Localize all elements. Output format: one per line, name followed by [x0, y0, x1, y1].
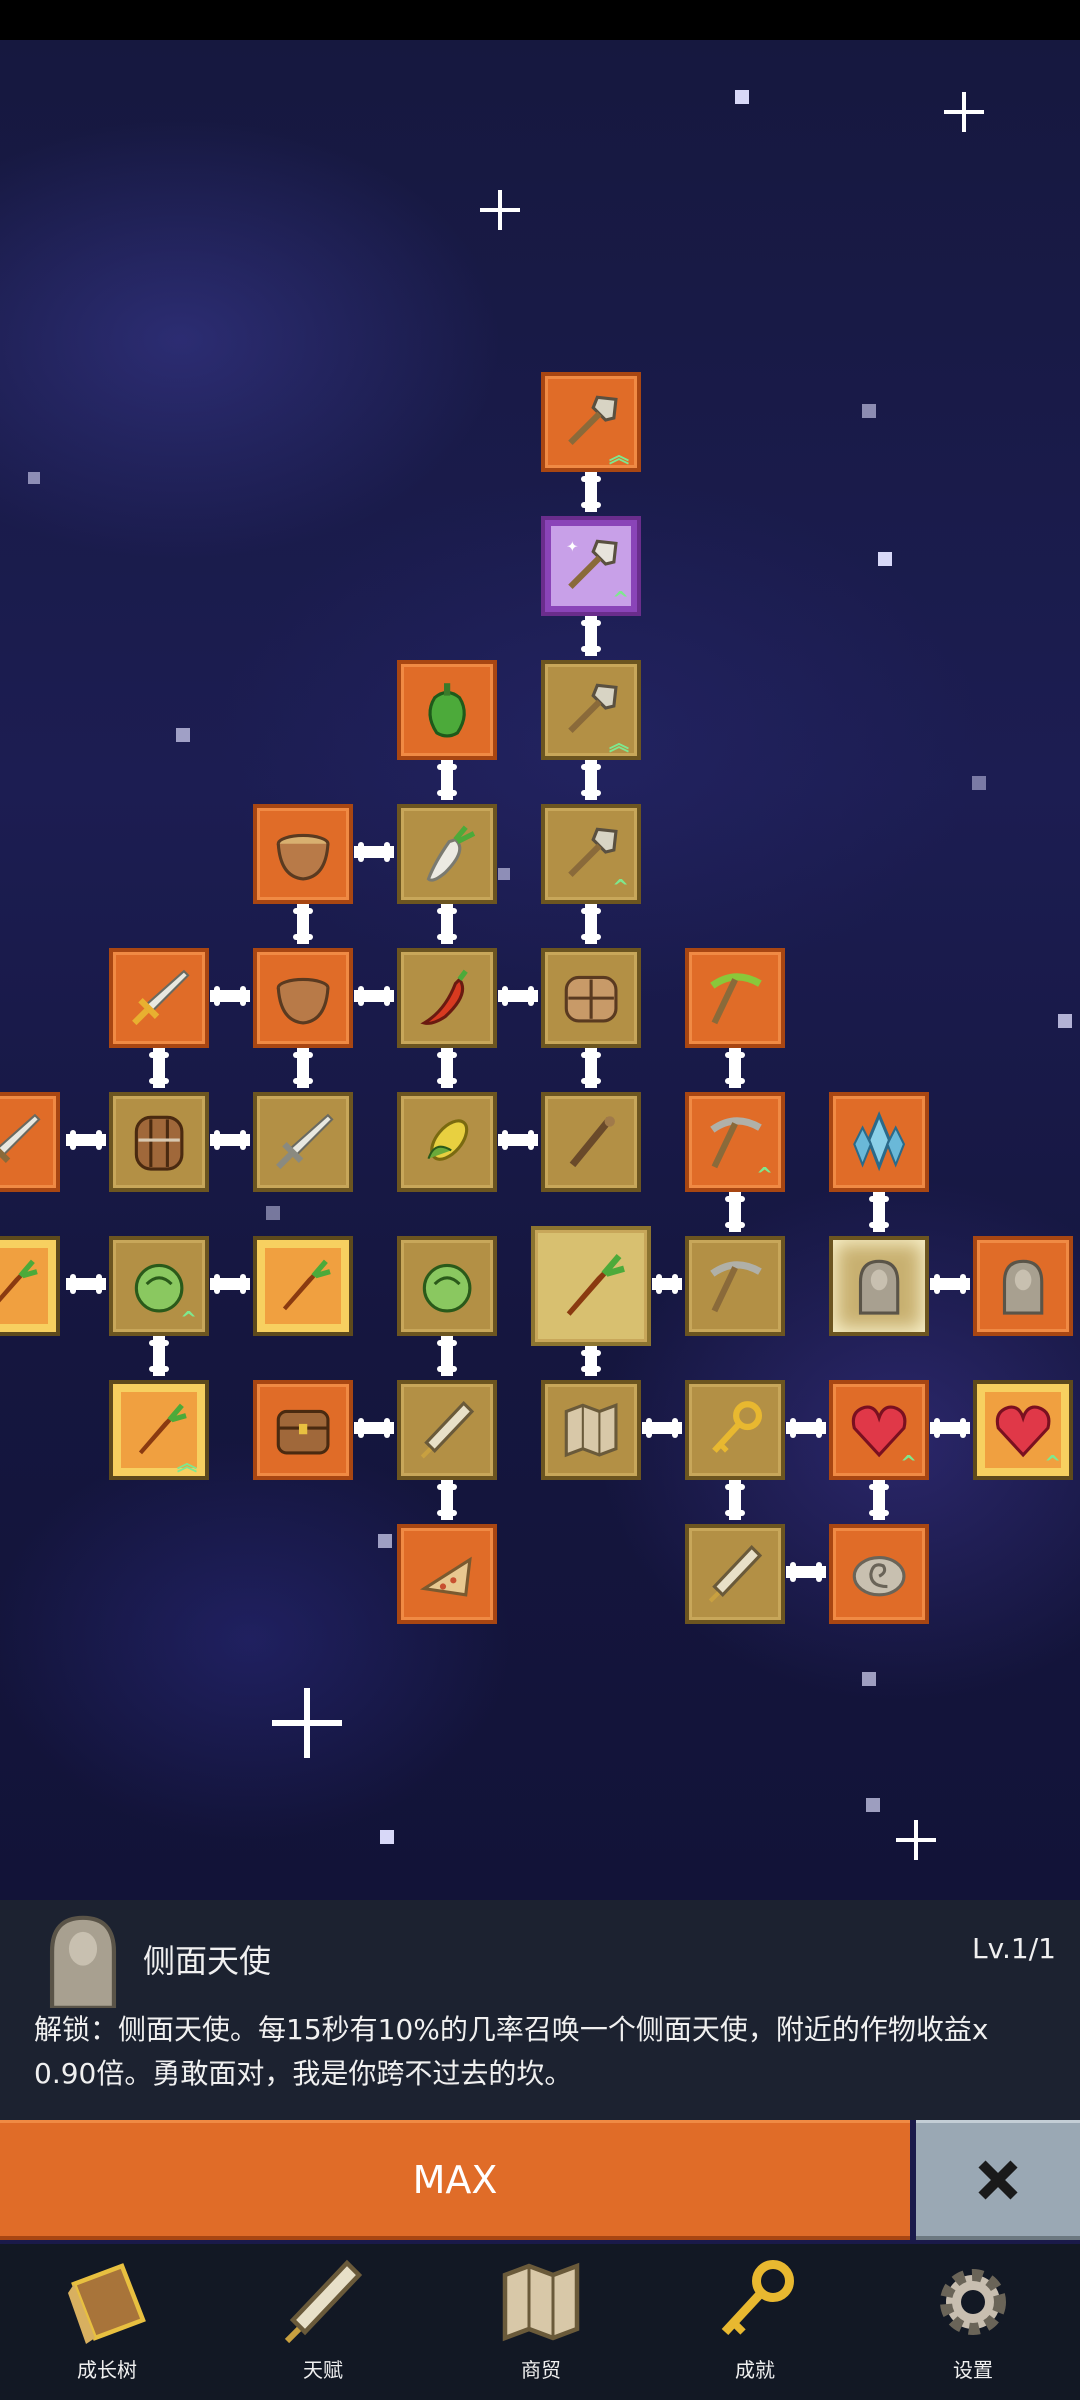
scroll-icon — [284, 2259, 363, 2344]
skill-node-angel-selected[interactable] — [829, 1236, 929, 1336]
upgrade-arrows-icon: ︽ — [177, 1451, 197, 1475]
skill-node-carrot-3[interactable]: ︽ — [109, 1380, 209, 1480]
upgrade-arrow-icon: ^ — [756, 1163, 773, 1187]
bowl-icon — [276, 833, 330, 881]
scroll-icon — [420, 1400, 474, 1459]
angel-statue-icon — [858, 1259, 900, 1315]
corn-icon — [427, 1119, 469, 1161]
close-icon — [978, 2159, 1018, 2200]
angel-statue-icon — [1002, 1259, 1044, 1315]
max-button[interactable]: MAX — [0, 2120, 910, 2240]
upgrade-arrow-icon: ^ — [180, 1307, 197, 1331]
upgrade-arrow-icon: ^ — [612, 875, 629, 899]
svg-text:✦: ✦ — [566, 540, 578, 556]
bell-pepper-icon — [428, 683, 466, 738]
nav-label-trade: 商贸 — [521, 2358, 561, 2382]
pickaxe-icon — [710, 973, 762, 1025]
nav-growth-tree[interactable]: 成长树 — [32, 2254, 182, 2394]
bowl-icon — [276, 977, 330, 1025]
gear-icon — [940, 2269, 1006, 2335]
bread-icon — [564, 975, 618, 1023]
key-icon — [721, 2260, 794, 2336]
upgrade-arrows-icon: ︽ — [609, 731, 629, 755]
skill-node-bell-pepper[interactable] — [397, 660, 497, 760]
fossil-icon — [852, 1555, 906, 1597]
close-button[interactable] — [916, 2120, 1080, 2240]
radish-icon — [426, 825, 476, 882]
angel-statue-icon — [38, 1912, 128, 2010]
skill-node-heart-1[interactable]: ^ — [829, 1380, 929, 1480]
skill-node-key[interactable] — [685, 1380, 785, 1480]
key-icon — [712, 1401, 762, 1453]
skill-name: 侧面天使 — [143, 1942, 272, 1980]
skill-description: 解锁：侧面天使。每15秒有10%的几率召唤一个侧面天使，附近的作物收益x 0.9… — [34, 2013, 989, 2090]
upgrade-arrow-icon: ^ — [1044, 1451, 1061, 1475]
skill-node-staff[interactable] — [541, 1092, 641, 1192]
scroll-icon — [708, 1544, 762, 1603]
skill-node-pickaxe-1[interactable] — [685, 948, 785, 1048]
skill-node-pickaxe-2[interactable]: ^ — [685, 1092, 785, 1192]
pizza-icon — [419, 1556, 472, 1597]
book-icon — [68, 2263, 146, 2344]
chest-icon — [276, 1409, 330, 1455]
sword-icon — [0, 1113, 41, 1163]
skill-node-corn[interactable] — [397, 1092, 497, 1192]
skill-node-angel-2[interactable] — [973, 1236, 1073, 1336]
carrot-icon — [566, 1253, 625, 1316]
skill-node-chili[interactable] — [397, 948, 497, 1048]
skill-level: Lv.1/1 — [972, 1932, 1056, 1965]
nav-achievements[interactable]: 成就 — [680, 2254, 830, 2394]
skill-node-carrot-center[interactable] — [531, 1226, 651, 1346]
nav-settings[interactable]: 设置 — [898, 2254, 1048, 2394]
cabbage-icon — [422, 1263, 472, 1313]
nav-label-growth-tree: 成长树 — [77, 2358, 137, 2382]
skill-node-bowl-2[interactable] — [253, 948, 353, 1048]
barrel-icon — [134, 1115, 184, 1171]
upgrade-arrow-icon: ^ — [612, 587, 629, 611]
staff-icon — [569, 1116, 615, 1168]
skill-node-scroll-1[interactable] — [397, 1380, 497, 1480]
pickaxe-icon — [710, 1261, 762, 1313]
skill-node-barrel[interactable] — [109, 1092, 209, 1192]
skill-node-bread[interactable] — [541, 948, 641, 1048]
skill-node-sword-1[interactable] — [109, 948, 209, 1048]
nav-label-talent: 天赋 — [303, 2358, 343, 2382]
nav-trade[interactable]: 商贸 — [466, 2254, 616, 2394]
skill-node-radish[interactable] — [397, 804, 497, 904]
carrot-icon — [0, 1259, 38, 1303]
nav-label-settings: 设置 — [953, 2358, 993, 2382]
nav-label-achievements: 成就 — [735, 2358, 775, 2382]
skill-node-scroll-2[interactable] — [685, 1524, 785, 1624]
map-icon — [564, 1402, 618, 1458]
upgrade-arrow-icon: ^ — [900, 1451, 917, 1475]
sword-icon — [275, 1113, 334, 1170]
skill-node-pickaxe-3[interactable] — [685, 1236, 785, 1336]
sword-icon — [131, 969, 190, 1026]
nav-talent[interactable]: 天赋 — [248, 2254, 398, 2394]
skill-node-shovel-3[interactable]: ︽ — [541, 660, 641, 760]
skill-node-fossil[interactable] — [829, 1524, 929, 1624]
status-bar — [0, 0, 1080, 40]
skill-node-cabbage-1[interactable]: ^ — [109, 1236, 209, 1336]
skill-node-sword-edge[interactable] — [0, 1092, 60, 1192]
skill-node-carrot-framed[interactable] — [253, 1236, 353, 1336]
skill-node-sword-2[interactable] — [253, 1092, 353, 1192]
skill-node-heart-2[interactable]: ^ — [973, 1380, 1073, 1480]
skill-node-crystal[interactable] — [829, 1092, 929, 1192]
chili-icon — [420, 969, 468, 1025]
carrot-icon — [282, 1259, 331, 1311]
skill-node-magic-shovel[interactable]: ✦ ^ — [541, 516, 641, 616]
skill-node-cabbage-2[interactable] — [397, 1236, 497, 1336]
skill-node-carrot-edge[interactable] — [0, 1236, 60, 1336]
skill-node-bowl-soup[interactable] — [253, 804, 353, 904]
crystal-icon — [853, 1111, 905, 1172]
skill-node-map[interactable] — [541, 1380, 641, 1480]
skill-node-chest[interactable] — [253, 1380, 353, 1480]
map-icon — [502, 2262, 580, 2342]
skill-node-shovel-4[interactable]: ^ — [541, 804, 641, 904]
skill-node-pizza[interactable] — [397, 1524, 497, 1624]
upgrade-arrows-icon: ︽ — [609, 443, 629, 467]
skill-node-shovel-top[interactable]: ︽ — [541, 372, 641, 472]
